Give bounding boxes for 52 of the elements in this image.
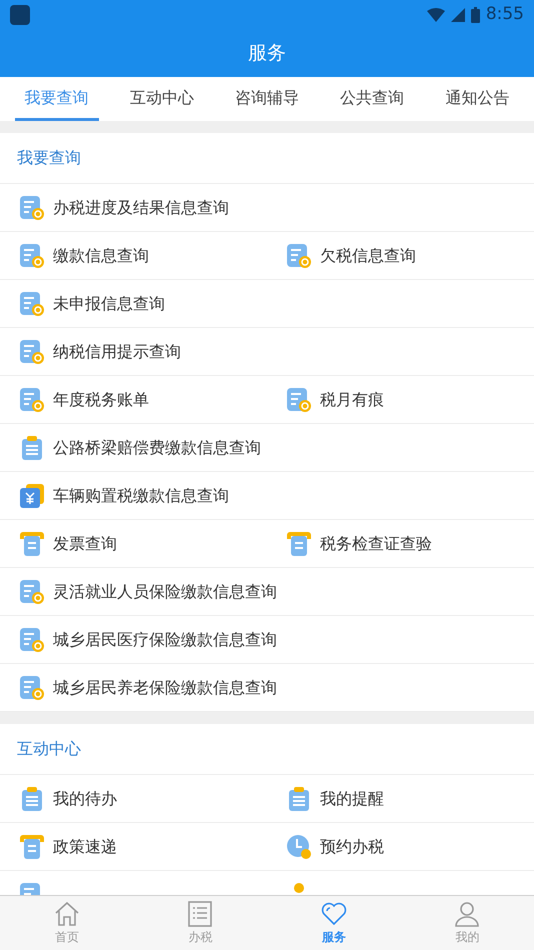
tab[interactable]: 通知公告 <box>435 77 520 121</box>
user-icon <box>454 900 480 926</box>
document-search-icon <box>19 578 45 604</box>
document-search-icon <box>19 626 45 652</box>
document-search-icon <box>19 290 45 316</box>
menu-item[interactable]: 办税进度及结果信息查询 <box>0 184 534 231</box>
document-search-icon <box>286 386 312 412</box>
home-icon <box>54 900 80 926</box>
clock-icon <box>286 834 312 860</box>
status-time: 8:55 <box>486 3 524 26</box>
menu-item[interactable]: 政策速递 <box>0 823 267 870</box>
menu-item[interactable]: 税月有痕 <box>267 376 534 423</box>
document-search-icon <box>286 242 312 268</box>
list-icon <box>187 900 214 926</box>
section-title: 我要查询 <box>17 147 81 169</box>
app-icon <box>10 5 30 25</box>
menu-item[interactable]: 我的提醒 <box>267 775 534 822</box>
menu-item[interactable]: 城乡居民医疗保险缴款信息查询 <box>0 616 534 663</box>
clipboard-icon <box>19 786 45 812</box>
menu-item[interactable]: 年度税务账单 <box>0 376 267 423</box>
page-title: 服务 <box>248 41 286 66</box>
tab[interactable]: 互动中心 <box>120 77 204 121</box>
menu-item[interactable]: 公路桥梁赔偿费缴款信息查询 <box>0 424 534 471</box>
document-search-icon <box>19 242 45 268</box>
document-search-icon <box>19 674 45 700</box>
tab[interactable]: 公共查询 <box>330 77 414 121</box>
menu-item[interactable]: 城乡居民养老保险缴款信息查询 <box>0 664 534 711</box>
menu-item[interactable]: 我的待办 <box>0 775 267 822</box>
menu-item[interactable]: 欠税信息查询 <box>267 232 534 279</box>
currency-card-icon <box>19 482 45 508</box>
tray-document-icon <box>19 834 45 860</box>
menu-item[interactable]: 灵活就业人员保险缴款信息查询 <box>0 568 534 615</box>
document-search-icon <box>19 386 45 412</box>
battery-icon <box>470 7 480 23</box>
signal-icon <box>450 8 465 22</box>
wifi-icon <box>426 8 445 22</box>
menu-item[interactable]: 车辆购置税缴款信息查询 <box>0 472 534 519</box>
menu-item[interactable]: 预约办税 <box>267 823 534 870</box>
section-title: 互动中心 <box>17 738 81 760</box>
heart-icon <box>320 900 347 926</box>
menu-item[interactable]: 纳税信用提示查询 <box>0 328 534 375</box>
tray-document-icon <box>286 530 312 556</box>
tab[interactable]: 咨询辅导 <box>224 77 309 121</box>
menu-item[interactable]: 发票查询 <box>0 520 267 567</box>
tray-document-icon <box>19 530 45 556</box>
document-search-icon <box>19 338 45 364</box>
menu-item[interactable]: 缴款信息查询 <box>0 232 267 279</box>
clipboard-icon <box>19 434 45 460</box>
document-search-icon <box>19 194 45 220</box>
menu-item[interactable]: 税务检查证查验 <box>267 520 534 567</box>
clipboard-icon <box>286 786 312 812</box>
menu-item[interactable]: 未申报信息查询 <box>0 280 534 327</box>
